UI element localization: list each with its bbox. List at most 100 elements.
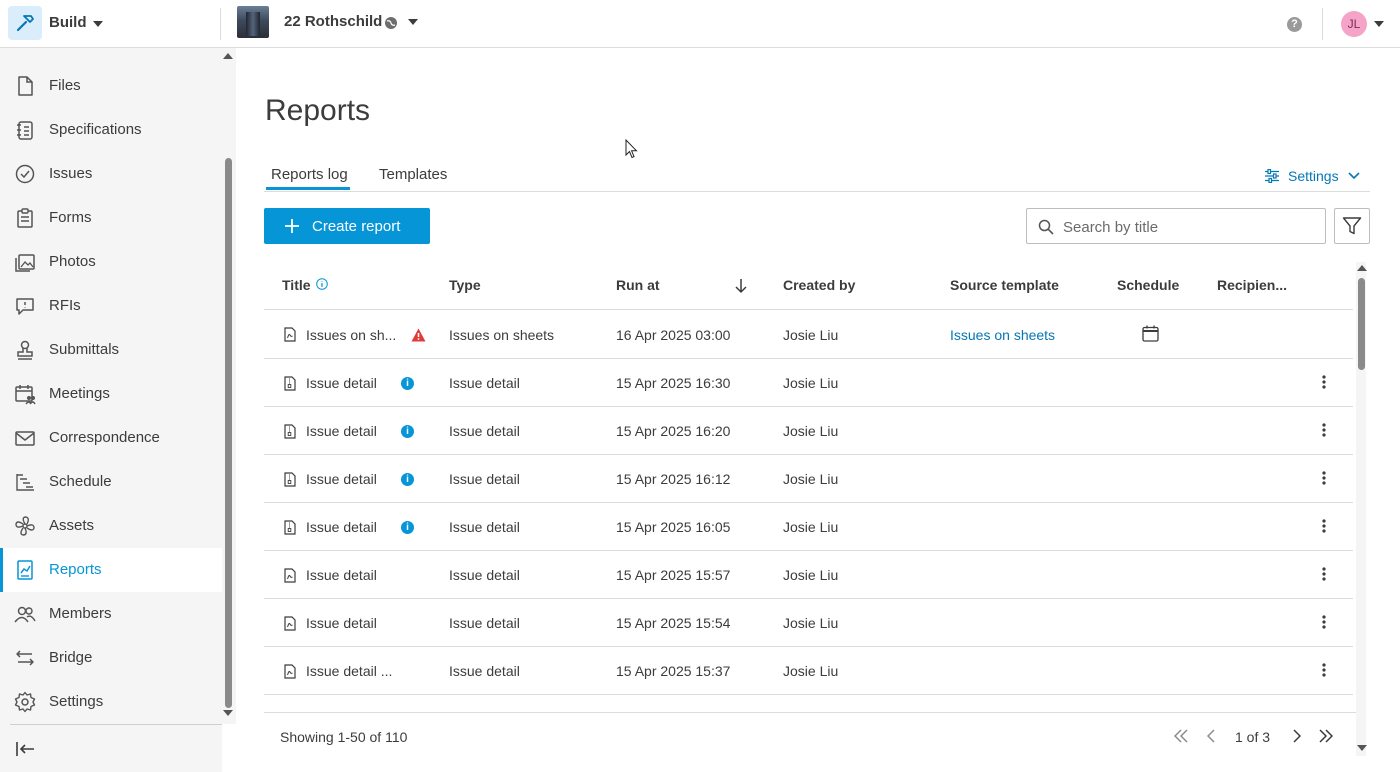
- scroll-down-arrow-icon[interactable]: [223, 710, 233, 716]
- info-icon[interactable]: i: [401, 377, 414, 390]
- project-name[interactable]: 22 Rothschild: [284, 13, 382, 30]
- sidebar-item-issues[interactable]: Issues: [0, 152, 222, 196]
- info-icon[interactable]: i: [401, 425, 414, 438]
- report-type: Issue detail: [449, 663, 520, 679]
- avatar[interactable]: JL: [1341, 11, 1367, 37]
- report-title[interactable]: Issue detail: [306, 375, 377, 391]
- table-row[interactable]: Issue detail i Issue detail 15 Apr 2025 …: [264, 455, 1353, 503]
- sidebar-item-members[interactable]: Members: [0, 592, 222, 636]
- sidebar-item-assets[interactable]: Assets: [0, 504, 222, 548]
- info-icon[interactable]: i: [401, 473, 414, 486]
- scroll-up-arrow-icon[interactable]: [223, 53, 233, 59]
- sidebar-item-bridge[interactable]: Bridge: [0, 636, 222, 680]
- table-row[interactable]: Issue detail i Issue detail 15 Apr 2025 …: [264, 359, 1353, 407]
- sidebar-item-specifications[interactable]: Specifications: [0, 108, 222, 152]
- sidebar-item-meetings[interactable]: Meetings: [0, 372, 222, 416]
- table-row[interactable]: Issue detail ... Issue detail 15 Apr 202…: [264, 647, 1353, 695]
- zip-file-icon: [284, 472, 296, 487]
- info-outline-icon[interactable]: [316, 278, 328, 290]
- sidebar-item-files[interactable]: Files: [0, 64, 222, 108]
- sidebar-scrollbar-thumb[interactable]: [225, 158, 232, 708]
- table-row[interactable]: Issue detail i Issue detail 15 Apr 2025 …: [264, 407, 1353, 455]
- sidebar-item-label: Meetings: [49, 385, 110, 402]
- report-created-by: Josie Liu: [783, 519, 839, 535]
- column-header-title[interactable]: Title: [282, 277, 311, 293]
- file-icon: [18, 76, 33, 96]
- report-created-by: Josie Liu: [783, 327, 839, 343]
- more-actions-kebab-icon[interactable]: [1322, 375, 1326, 389]
- report-title[interactable]: Issue detail: [306, 471, 377, 487]
- tab-reports-log[interactable]: Reports log: [271, 166, 348, 183]
- settings-gear-icon: [14, 691, 36, 713]
- sidebar-item-photos[interactable]: Photos: [0, 240, 222, 284]
- more-actions-kebab-icon[interactable]: [1322, 663, 1326, 677]
- settings-dropdown[interactable]: Settings: [1265, 168, 1360, 184]
- user-menu-caret-icon[interactable]: [1374, 21, 1384, 27]
- forms-clipboard-icon: [17, 208, 33, 228]
- more-actions-kebab-icon[interactable]: [1322, 471, 1326, 485]
- help-icon[interactable]: ?: [1287, 17, 1302, 32]
- info-icon[interactable]: i: [401, 521, 414, 534]
- column-header-schedule[interactable]: Schedule: [1117, 277, 1179, 293]
- more-actions-kebab-icon[interactable]: [1322, 519, 1326, 533]
- report-title[interactable]: Issue detail: [306, 423, 377, 439]
- build-hammer-icon[interactable]: [8, 6, 42, 40]
- table-row[interactable]: Issue detail Issue detail 15 Apr 2025 15…: [264, 599, 1353, 647]
- mouse-cursor-icon: [625, 139, 638, 159]
- source-template-link[interactable]: Issues on sheets: [950, 327, 1055, 343]
- specifications-icon: [17, 121, 33, 140]
- search-input[interactable]: [1063, 217, 1313, 237]
- create-report-button[interactable]: Create report: [264, 208, 430, 244]
- sort-descending-arrow-icon[interactable]: [735, 279, 747, 294]
- filter-button[interactable]: [1334, 208, 1370, 244]
- more-actions-kebab-icon[interactable]: [1322, 423, 1326, 437]
- assets-fan-icon: [15, 516, 35, 536]
- calendar-icon[interactable]: [1142, 325, 1159, 342]
- report-created-by: Josie Liu: [783, 567, 839, 583]
- more-actions-kebab-icon[interactable]: [1322, 615, 1326, 629]
- report-run-at: 15 Apr 2025 16:30: [616, 375, 731, 391]
- sidebar-item-submittals[interactable]: Submittals: [0, 328, 222, 372]
- first-page-icon[interactable]: [1174, 728, 1188, 744]
- next-page-icon[interactable]: [1292, 728, 1301, 744]
- last-page-icon[interactable]: [1319, 728, 1333, 744]
- more-actions-kebab-icon[interactable]: [1322, 567, 1326, 581]
- report-title[interactable]: Issue detail: [306, 519, 377, 535]
- table-row[interactable]: Issue detail i Issue detail 15 Apr 2025 …: [264, 503, 1353, 551]
- project-switcher-caret-icon[interactable]: [408, 19, 418, 25]
- column-header-run-at[interactable]: Run at: [616, 277, 660, 293]
- sidebar-item-settings[interactable]: Settings: [0, 680, 222, 724]
- table-scrollbar-thumb[interactable]: [1358, 278, 1365, 370]
- previous-page-icon[interactable]: [1207, 728, 1216, 744]
- table-row[interactable]: Issue detail Issue detail 15 Apr 2025 15…: [264, 551, 1353, 599]
- report-type: Issue detail: [449, 615, 520, 631]
- table-row[interactable]: Issues on sh... Issues on sheets 16 Apr …: [264, 310, 1353, 359]
- column-header-created-by[interactable]: Created by: [783, 277, 855, 293]
- sidebar-item-schedule[interactable]: Schedule: [0, 460, 222, 504]
- report-type: Issues on sheets: [449, 327, 555, 343]
- photos-icon: [15, 254, 35, 272]
- project-thumbnail[interactable]: [237, 6, 269, 38]
- sidebar-item-rfis[interactable]: RFIs: [0, 284, 222, 328]
- report-title[interactable]: Issue detail: [306, 615, 377, 631]
- sidebar-item-reports[interactable]: Reports: [0, 548, 222, 592]
- warning-triangle-icon[interactable]: [411, 328, 426, 342]
- sidebar-item-label: Correspondence: [49, 429, 160, 446]
- report-title[interactable]: Issue detail: [306, 567, 377, 583]
- report-title[interactable]: Issue detail ...: [306, 663, 392, 679]
- sidebar-item-correspondence[interactable]: Correspondence: [0, 416, 222, 460]
- collapse-sidebar-icon[interactable]: [14, 738, 36, 760]
- sidebar-item-label: RFIs: [49, 297, 81, 314]
- column-header-source-template[interactable]: Source template: [950, 277, 1059, 293]
- scroll-up-arrow-icon[interactable]: [1357, 265, 1367, 271]
- app-name[interactable]: Build: [49, 14, 87, 31]
- scroll-down-arrow-icon[interactable]: [1357, 745, 1367, 751]
- tab-templates[interactable]: Templates: [379, 166, 447, 183]
- sidebar-item-forms[interactable]: Forms: [0, 196, 222, 240]
- app-switcher-caret-icon[interactable]: [93, 21, 103, 27]
- sidebar-item-label: Members: [49, 605, 112, 622]
- column-header-recipients[interactable]: Recipien...: [1217, 277, 1287, 293]
- correspondence-mail-icon: [15, 431, 35, 446]
- report-title[interactable]: Issues on sh...: [306, 327, 396, 343]
- column-header-type[interactable]: Type: [449, 277, 481, 293]
